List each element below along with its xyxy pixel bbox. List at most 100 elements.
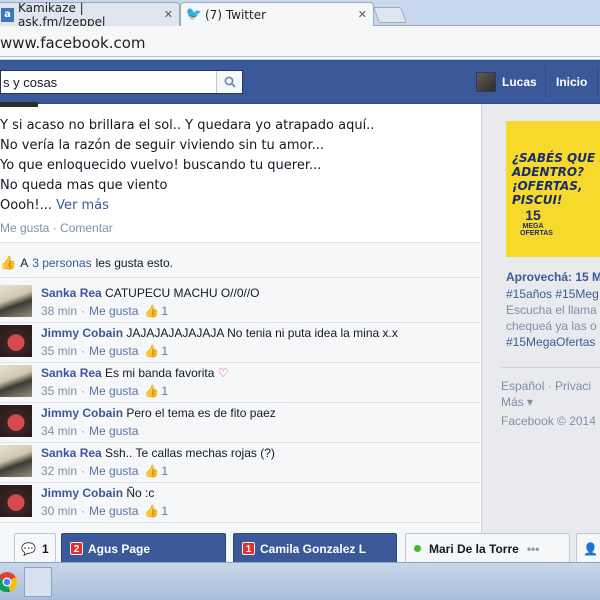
ad-title[interactable]: Aprovechá: 15 M xyxy=(506,270,600,284)
divider xyxy=(501,367,600,368)
comment-text: CATUPECU MACHU O//0//O xyxy=(105,286,260,300)
divider xyxy=(0,277,480,278)
url-field[interactable]: www.facebook.com xyxy=(0,34,146,52)
chrome-icon[interactable] xyxy=(0,569,18,595)
close-icon[interactable]: ✕ xyxy=(164,8,173,21)
chat-tab-agus-page[interactable]: 2 Agus Page xyxy=(61,533,226,563)
like-post-link[interactable]: Me gusta xyxy=(0,221,49,235)
browser-tab-twitter[interactable]: 🐦 (7) Twitter ✕ xyxy=(180,2,374,26)
ad-hashtags[interactable]: #15años #15Meg xyxy=(506,286,599,302)
comment-like-count[interactable]: 1 xyxy=(161,504,168,518)
search-icon xyxy=(224,76,236,88)
likes-prefix: A xyxy=(20,256,29,270)
likes-summary: 👍 A 3 personas les gusta esto. xyxy=(0,251,173,275)
home-label: Inicio xyxy=(556,75,588,89)
separator: · xyxy=(81,424,86,438)
comment-text: Pero el tema es de fito paez xyxy=(126,406,276,420)
profile-link[interactable]: Lucas xyxy=(476,72,537,92)
like-comment-link[interactable]: Me gusta xyxy=(89,504,138,518)
like-comment-link[interactable]: Me gusta xyxy=(89,464,138,478)
avatar[interactable] xyxy=(0,325,32,357)
comment-author[interactable]: Sanka Rea xyxy=(41,286,102,300)
separator: · xyxy=(81,304,86,318)
badge-number: 15 xyxy=(525,207,541,223)
like-comment-link[interactable]: Me gusta xyxy=(89,344,138,358)
avatar[interactable] xyxy=(0,405,32,437)
comment-meta: 30 min · Me gusta 👍 1 xyxy=(41,504,168,518)
search-button[interactable] xyxy=(216,71,242,93)
footer-languages[interactable]: Español · Privaci xyxy=(501,378,591,394)
home-link[interactable]: Inicio xyxy=(545,66,587,98)
heart-icon: ♡ xyxy=(217,366,229,380)
like-comment-link[interactable]: Me gusta xyxy=(89,304,138,318)
comment-time[interactable]: 35 min xyxy=(41,384,77,398)
comment-like-count[interactable]: 1 xyxy=(161,304,168,318)
comment-time[interactable]: 32 min xyxy=(41,464,77,478)
comment-row: Jimmy Cobain Pero el tema es de fito pae… xyxy=(0,403,480,443)
comment-author[interactable]: Jimmy Cobain xyxy=(41,326,123,340)
like-comment-link[interactable]: Me gusta xyxy=(89,384,138,398)
notification-count: 1 xyxy=(41,541,49,556)
comment-text: Ño :c xyxy=(126,486,155,500)
comment-body: Jimmy Cobain JAJAJAJAJAJAJA No tenia ni … xyxy=(41,326,398,341)
more-options-icon[interactable]: ••• xyxy=(527,542,540,556)
browser-tab-title: Kamikaze | ask.fm/lzeppel xyxy=(18,0,106,29)
comment-body: Sanka Rea Ssh.. Te callas mechas rojas (… xyxy=(41,446,275,461)
comment-author[interactable]: Sanka Rea xyxy=(41,366,102,380)
ad-line: ADENTRO? xyxy=(512,165,585,179)
facebook-top-bar: s y cosas Lucas Inicio xyxy=(0,60,600,104)
separator: · xyxy=(81,344,86,358)
online-status-icon xyxy=(414,545,421,552)
comment-time[interactable]: 30 min xyxy=(41,504,77,518)
twitter-bird-icon: 🐦 xyxy=(185,7,203,22)
browser-tab-title: (7) Twitter xyxy=(205,7,267,22)
comment-like-count[interactable]: 1 xyxy=(161,464,168,478)
mega-ofertas-badge: 15 MEGA OFERTAS xyxy=(520,207,553,247)
post-actions: Me gusta · Comentar xyxy=(0,221,113,235)
chat-sidebar-toggle[interactable]: 👤 xyxy=(576,533,600,563)
like-comment-link[interactable]: Me gusta xyxy=(89,424,138,438)
comment-time[interactable]: 35 min xyxy=(41,344,77,358)
close-icon[interactable]: ✕ xyxy=(358,8,367,21)
avatar[interactable] xyxy=(0,285,32,317)
avatar[interactable] xyxy=(0,445,32,477)
new-tab-button[interactable] xyxy=(373,7,407,23)
avatar[interactable] xyxy=(0,365,32,397)
comment-author[interactable]: Jimmy Cobain xyxy=(41,406,123,420)
post-text: Y si acaso no brillara el sol.. Y quedar… xyxy=(0,116,374,216)
chat-notifications-tab[interactable]: 💬 1 xyxy=(14,533,56,563)
user-name: Lucas xyxy=(502,75,537,89)
comment-author[interactable]: Sanka Rea xyxy=(41,446,102,460)
thumbs-up-icon: 👍 xyxy=(144,464,160,478)
footer-more[interactable]: Más ▾ xyxy=(501,394,533,410)
comment-body: Jimmy Cobain Ño :c xyxy=(41,486,154,501)
taskbar-button[interactable] xyxy=(24,567,52,597)
comment-link[interactable]: Comentar xyxy=(60,221,113,235)
chat-tab-mari-de-la-torre[interactable]: Mari De la Torre ••• xyxy=(405,533,570,563)
post-line: Oooh!... Ver más xyxy=(0,196,374,216)
comment-body: Sanka Rea Es mi banda favorita ♡ xyxy=(41,366,229,381)
comment-author[interactable]: Jimmy Cobain xyxy=(41,486,123,500)
likers-link[interactable]: 3 personas xyxy=(32,256,91,270)
thumbs-up-icon: 👍 xyxy=(144,344,160,358)
comment-like-count[interactable]: 1 xyxy=(161,344,168,358)
footer-copyright: Facebook © 2014 xyxy=(501,414,596,428)
comment-time[interactable]: 34 min xyxy=(41,424,77,438)
comment-meta: 38 min · Me gusta 👍 1 xyxy=(41,304,168,318)
chat-bar: 💬 1 2 Agus Page 1 Camila Gonzalez L Mari… xyxy=(0,532,600,563)
ad-line: ¡OFERTAS, xyxy=(512,179,583,193)
separator: · xyxy=(81,464,86,478)
ad-hashtag[interactable]: #15MegaOfertas xyxy=(506,334,595,350)
search-input[interactable]: s y cosas xyxy=(1,75,57,90)
search-box[interactable]: s y cosas xyxy=(0,70,243,94)
comment-like-count[interactable]: 1 xyxy=(161,384,168,398)
unread-count-badge: 2 xyxy=(70,542,83,555)
see-more-link[interactable]: Ver más xyxy=(56,198,109,213)
avatar[interactable] xyxy=(0,485,32,517)
ad-image[interactable]: ¿SABÉS QUE H ADENTRO? ¡OFERTAS, PISCUI! … xyxy=(506,121,600,257)
chat-tab-camila-gonzalez[interactable]: 1 Camila Gonzalez L xyxy=(233,533,397,563)
browser-tab-askfm[interactable]: a Kamikaze | ask.fm/lzeppel ✕ xyxy=(0,0,180,29)
comment-meta: 35 min · Me gusta 👍 1 xyxy=(41,384,168,398)
right-rail: ¿SABÉS QUE H ADENTRO? ¡OFERTAS, PISCUI! … xyxy=(483,104,600,600)
comment-time[interactable]: 38 min xyxy=(41,304,77,318)
